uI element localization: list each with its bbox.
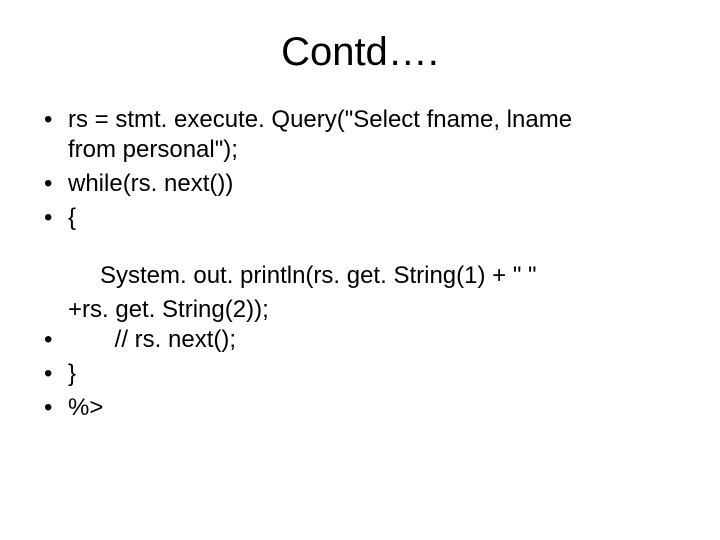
- slide: Contd…. rs = stmt. execute. Query("Selec…: [0, 0, 720, 540]
- list-item: %>: [40, 393, 680, 423]
- list-item: {: [40, 203, 680, 233]
- list-item: rs = stmt. execute. Query("Select fname,…: [40, 105, 680, 165]
- slide-title: Contd….: [40, 30, 680, 75]
- code-line: rs = stmt. execute. Query("Select fname,…: [68, 106, 572, 133]
- list-item: while(rs. next()): [40, 169, 680, 199]
- code-line: System. out. println(rs. get. String(1) …: [100, 262, 537, 289]
- code-line: while(rs. next()): [68, 170, 233, 197]
- bullet-list: rs = stmt. execute. Query("Select fname,…: [40, 105, 680, 233]
- list-item: // rs. next();: [40, 325, 680, 355]
- code-line: }: [68, 360, 76, 387]
- list-item: }: [40, 359, 680, 389]
- code-line: +rs. get. String(2));: [68, 296, 269, 323]
- indented-code: System. out. println(rs. get. String(1) …: [40, 261, 680, 291]
- slide-body: rs = stmt. execute. Query("Select fname,…: [40, 105, 680, 423]
- code-line: %>: [68, 394, 103, 421]
- indented-code-cont: +rs. get. String(2));: [40, 295, 680, 325]
- code-line: // rs. next();: [68, 326, 236, 353]
- code-line: {: [68, 204, 76, 231]
- code-line: from personal");: [68, 136, 238, 163]
- bullet-list-2: // rs. next(); } %>: [40, 325, 680, 423]
